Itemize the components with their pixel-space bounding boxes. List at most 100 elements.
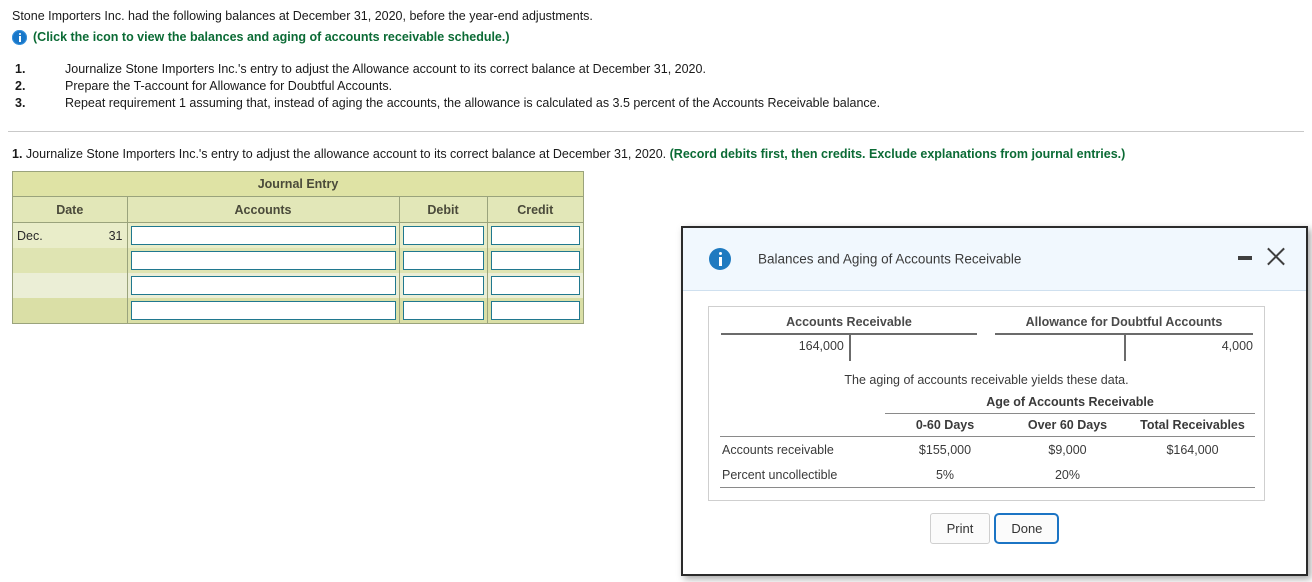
t-account-title: Allowance for Doubtful Accounts xyxy=(1025,315,1223,329)
intro-text: Stone Importers Inc. had the following b… xyxy=(12,9,593,23)
t-account-divider xyxy=(1124,335,1126,361)
journal-title-row: Journal Entry xyxy=(13,172,584,197)
table-row xyxy=(13,248,584,273)
aging-column-header-over-60: Over 60 Days xyxy=(1005,413,1130,437)
aging-row-label: Accounts receivable xyxy=(722,442,834,457)
done-button[interactable]: Done xyxy=(994,513,1060,544)
column-header-accounts: Accounts xyxy=(127,196,400,223)
aging-cell-over-60: 20% xyxy=(1005,462,1130,488)
view-schedule-link[interactable]: (Click the icon to view the balances and… xyxy=(12,27,510,47)
requirement-text: Repeat requirement 1 assuming that, inst… xyxy=(65,96,881,110)
requirement-one-prompt: Journalize Stone Importers Inc.'s entry … xyxy=(25,147,667,161)
aging-cell-total: $164,000 xyxy=(1166,442,1219,457)
debit-cell xyxy=(399,273,488,298)
t-account-credit-amount: 4,000 xyxy=(1221,339,1253,353)
aging-cell-total xyxy=(1130,462,1256,488)
credit-cell xyxy=(487,222,584,248)
minimize-icon[interactable] xyxy=(1238,256,1252,260)
debit-input[interactable] xyxy=(402,301,484,320)
dialog-body: Accounts Receivable 164,000 Allowance fo… xyxy=(683,291,1306,577)
aging-span-blank xyxy=(720,393,885,414)
requirement-item: 1. Journalize Stone Importers Inc.'s ent… xyxy=(0,62,1312,79)
accounts-input[interactable] xyxy=(130,301,396,320)
accounts-input[interactable] xyxy=(130,226,396,245)
accounts-input[interactable] xyxy=(130,251,396,270)
t-account-allowance-doubtful-accounts: Allowance for Doubtful Accounts 4,000 xyxy=(995,315,1253,373)
requirement-number: 1. xyxy=(15,62,26,76)
credit-cell xyxy=(487,248,584,273)
date-cell xyxy=(13,248,128,273)
aging-header-row: 0-60 Days Over 60 Days Total Receivables xyxy=(720,413,1256,437)
debit-cell xyxy=(399,248,488,273)
debit-input[interactable] xyxy=(402,226,484,245)
credit-cell xyxy=(487,273,584,298)
dialog-button-bar: Print Done xyxy=(683,513,1306,544)
table-row: Dec. 31 xyxy=(13,222,584,248)
debit-input[interactable] xyxy=(402,251,484,270)
balances-aging-dialog: Balances and Aging of Accounts Receivabl… xyxy=(681,226,1308,576)
requirement-one-instruction: (Record debits first, then credits. Excl… xyxy=(669,147,1126,161)
debit-cell xyxy=(399,298,488,323)
requirements-list: 1. Journalize Stone Importers Inc.'s ent… xyxy=(0,62,1312,113)
table-row xyxy=(13,273,584,298)
aging-note: The aging of accounts receivable yields … xyxy=(844,373,1129,387)
t-account-title: Accounts Receivable xyxy=(786,315,912,329)
debit-cell xyxy=(399,222,488,248)
requirement-text: Journalize Stone Importers Inc.'s entry … xyxy=(65,62,706,76)
column-header-credit: Credit xyxy=(487,196,584,223)
t-account-accounts-receivable: Accounts Receivable 164,000 xyxy=(721,315,977,373)
requirement-number: 2. xyxy=(15,79,26,93)
aging-cell-0-60: $155,000 xyxy=(918,442,972,457)
aging-column-header-0-60: 0-60 Days xyxy=(885,413,1005,437)
credit-cell xyxy=(487,298,584,323)
date-cell: Dec. 31 xyxy=(13,222,128,248)
credit-input[interactable] xyxy=(490,301,581,320)
column-header-date: Date xyxy=(13,196,128,223)
requirement-one-heading: 1. Journalize Stone Importers Inc.'s ent… xyxy=(12,147,1125,161)
accounts-cell xyxy=(127,273,400,298)
aging-cell-0-60: 5% xyxy=(885,462,1005,488)
date-cell xyxy=(13,273,128,298)
date-day: 31 xyxy=(108,228,123,243)
aging-column-header-blank xyxy=(720,413,885,437)
print-button[interactable]: Print xyxy=(929,513,991,544)
info-icon xyxy=(709,248,731,270)
journal-header-row: Date Accounts Debit Credit xyxy=(13,196,584,223)
requirement-item: 2. Prepare the T-account for Allowance f… xyxy=(0,79,1312,96)
t-account-body: 164,000 xyxy=(721,335,977,363)
section-divider xyxy=(8,131,1304,132)
aging-column-header-total: Total Receivables xyxy=(1130,413,1256,437)
table-row: Accounts receivable $155,000 $9,000 $164… xyxy=(720,437,1255,463)
column-header-debit: Debit xyxy=(399,196,488,223)
accounts-cell xyxy=(127,248,400,273)
accounts-input[interactable] xyxy=(130,276,396,295)
requirement-text: Prepare the T-account for Allowance for … xyxy=(65,79,393,93)
table-row xyxy=(13,298,584,323)
aging-span-header-row: Age of Accounts Receivable xyxy=(720,393,1256,414)
credit-input[interactable] xyxy=(490,226,581,245)
balances-content-card: Accounts Receivable 164,000 Allowance fo… xyxy=(708,306,1265,501)
table-row: Percent uncollectible 5% 20% xyxy=(720,462,1256,488)
credit-input[interactable] xyxy=(490,276,581,295)
requirement-one-number: 1. xyxy=(12,147,23,161)
info-icon[interactable] xyxy=(12,29,27,45)
aging-table: Age of Accounts Receivable 0-60 Days Ove… xyxy=(720,393,1256,488)
view-schedule-label: (Click the icon to view the balances and… xyxy=(33,30,510,44)
aging-cell-over-60: $9,000 xyxy=(1048,442,1087,457)
dialog-titlebar: Balances and Aging of Accounts Receivabl… xyxy=(683,228,1306,291)
close-icon[interactable] xyxy=(1264,244,1288,268)
aging-row-label: Percent uncollectible xyxy=(720,462,885,488)
aging-span-header: Age of Accounts Receivable xyxy=(885,393,1256,414)
accounts-cell xyxy=(127,222,400,248)
accounts-cell xyxy=(127,298,400,323)
debit-input[interactable] xyxy=(402,276,484,295)
credit-input[interactable] xyxy=(490,251,581,270)
t-account-divider xyxy=(849,335,851,361)
dialog-title: Balances and Aging of Accounts Receivabl… xyxy=(758,251,1022,267)
requirement-item: 3. Repeat requirement 1 assuming that, i… xyxy=(0,96,1312,113)
t-account-body: 4,000 xyxy=(995,335,1253,363)
date-month: Dec. xyxy=(17,228,43,243)
aging-table-wrapper: Age of Accounts Receivable 0-60 Days Ove… xyxy=(720,393,1256,488)
t-accounts-group: Accounts Receivable 164,000 Allowance fo… xyxy=(709,315,1264,375)
t-account-debit-amount: 164,000 xyxy=(798,339,844,353)
